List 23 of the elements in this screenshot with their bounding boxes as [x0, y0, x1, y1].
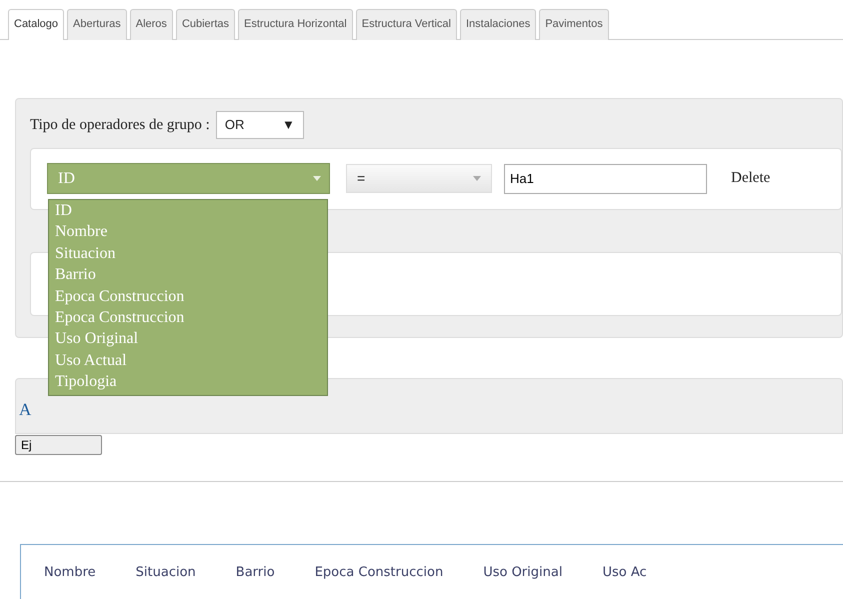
- operator-dropdown[interactable]: OR ▼: [216, 111, 304, 138]
- tab[interactable]: Aberturas: [67, 9, 127, 40]
- tab[interactable]: Aleros: [130, 9, 173, 40]
- tab[interactable]: Pavimentos: [539, 9, 609, 40]
- tab[interactable]: Estructura Vertical: [356, 9, 457, 40]
- caret-icon: [313, 176, 321, 181]
- column-header: Situacion: [136, 564, 196, 582]
- caret-icon: [473, 176, 481, 181]
- value-input[interactable]: Ha1: [504, 164, 707, 194]
- group-operator-label: Tipo de operadores de grupo :: [30, 116, 210, 134]
- add-link[interactable]: A: [19, 400, 32, 419]
- tab[interactable]: Catalogo: [8, 9, 64, 40]
- column-header: Uso Original: [483, 564, 562, 582]
- tab[interactable]: Instalaciones: [460, 9, 536, 40]
- tab[interactable]: Estructura Horizontal: [238, 9, 353, 40]
- column-header: Nombre: [44, 564, 96, 582]
- column-header: Barrio: [236, 564, 275, 582]
- delete-link[interactable]: Delete: [731, 167, 770, 190]
- comparison-dropdown[interactable]: =: [346, 164, 492, 193]
- run-button[interactable]: Ej: [15, 435, 102, 455]
- column-header: Epoca Construccion: [314, 564, 444, 582]
- tab[interactable]: Cubiertas: [176, 9, 236, 40]
- column-header: Uso Ac: [602, 564, 647, 582]
